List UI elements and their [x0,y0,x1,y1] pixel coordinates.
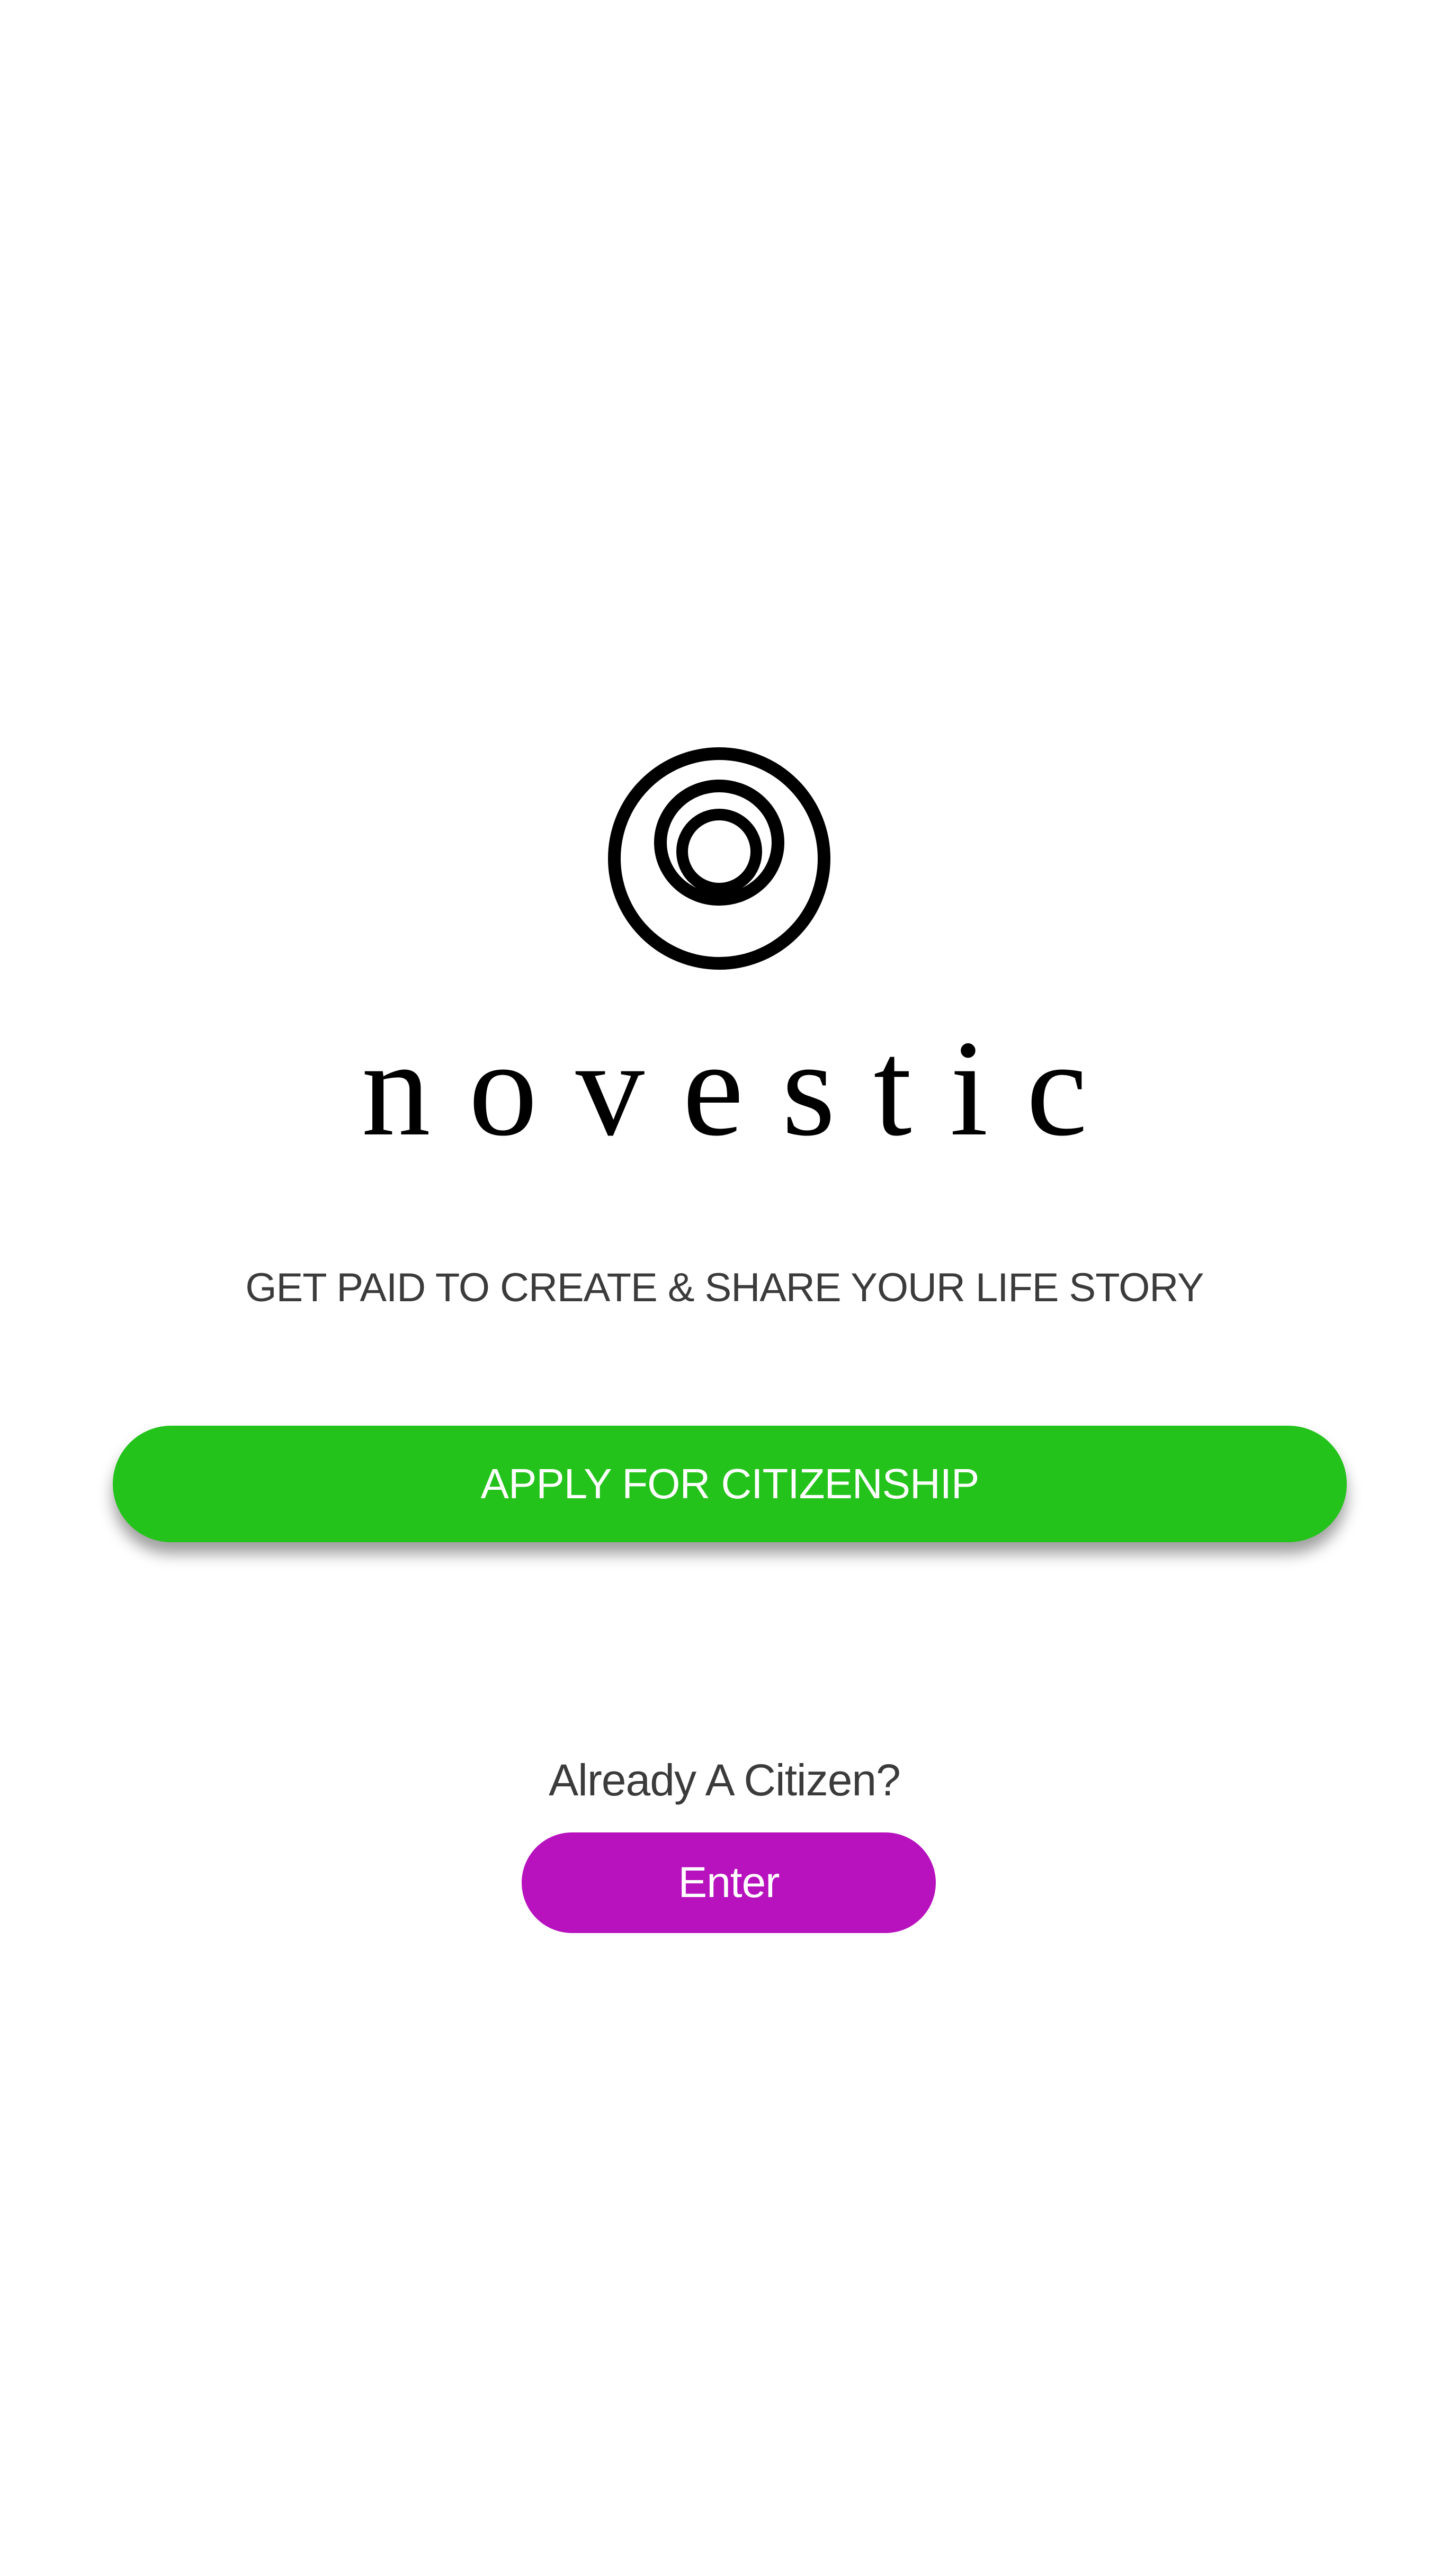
enter-button-label: Enter [678,1858,780,1907]
apply-for-citizenship-button[interactable]: APPLY FOR CITIZENSHIP [113,1426,1347,1542]
app-wordmark: novestic [361,1012,1126,1165]
concentric-circles-logo-icon [606,746,832,971]
landing-screen: novestic GET PAID TO CREATE & SHARE YOUR… [0,0,1449,2576]
tagline-text: GET PAID TO CREATE & SHARE YOUR LIFE STO… [245,1265,1204,1310]
already-citizen-text: Already A Citizen? [549,1755,901,1805]
enter-button[interactable]: Enter [522,1832,936,1933]
apply-button-label: APPLY FOR CITIZENSHIP [480,1460,980,1507]
